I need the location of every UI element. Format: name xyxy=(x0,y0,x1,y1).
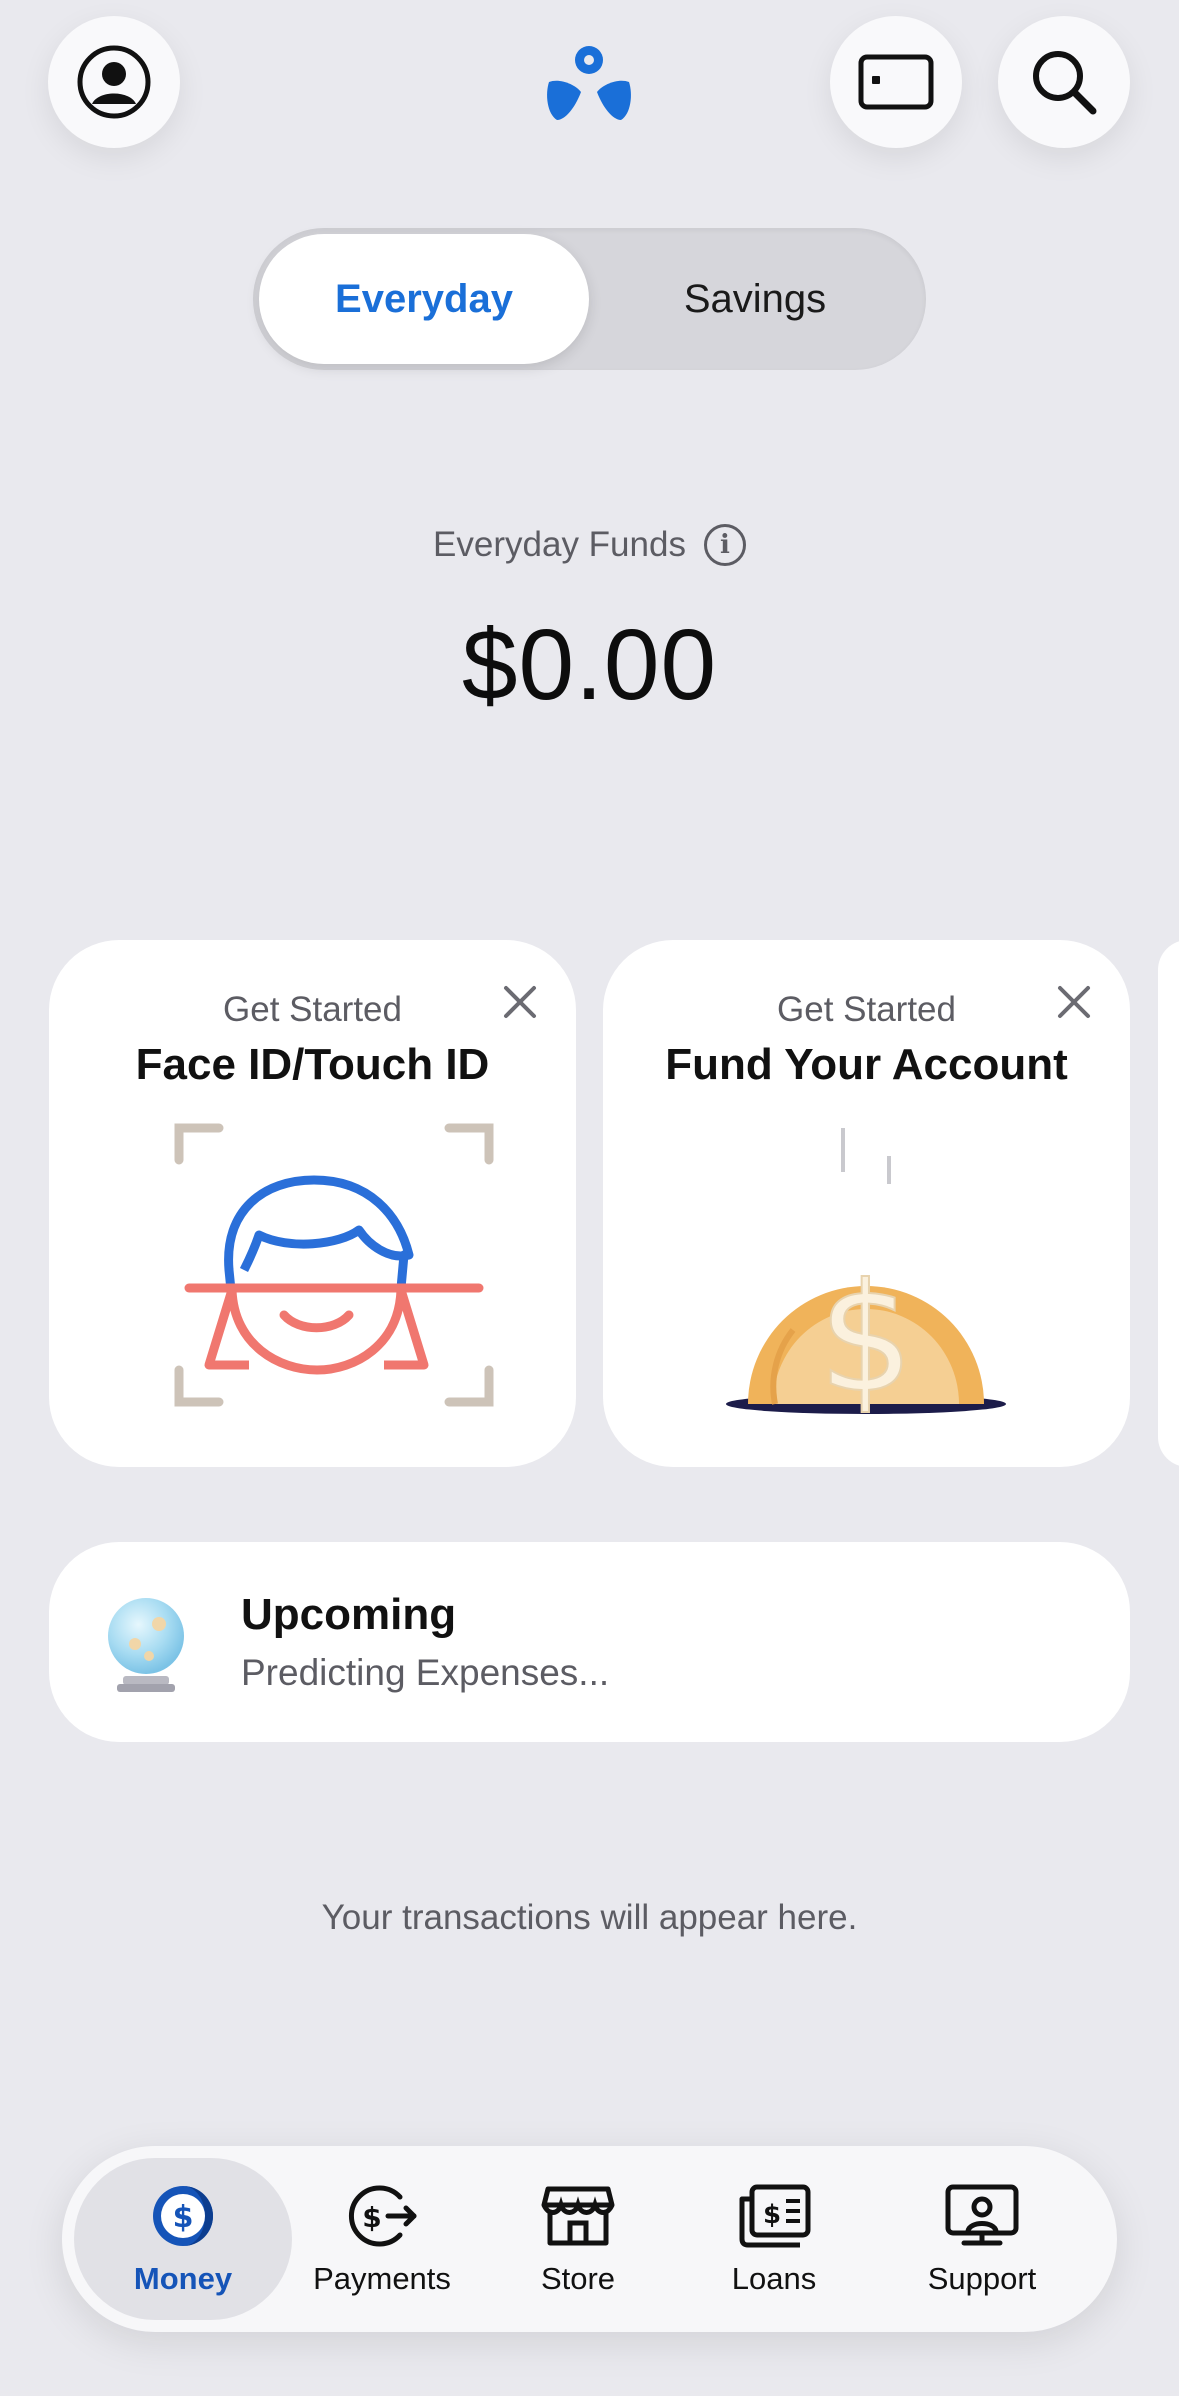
tab-label: Payments xyxy=(313,2261,451,2296)
info-icon[interactable]: i xyxy=(703,524,746,566)
face-id-card[interactable]: Get Started Face ID/Touch ID xyxy=(49,940,576,1467)
tab-money[interactable]: $ Money xyxy=(74,2158,292,2320)
account-segmented-control: Everyday Savings xyxy=(253,228,926,370)
tab-label: Support xyxy=(927,2261,1037,2296)
card-title: Fund Your Account xyxy=(665,1040,1068,1089)
card-button[interactable] xyxy=(830,16,962,148)
svg-text:$: $ xyxy=(362,2201,381,2234)
search-icon xyxy=(1033,51,1097,115)
store-icon xyxy=(541,2186,615,2246)
card-subtitle: Get Started xyxy=(223,990,402,1029)
next-card-peek[interactable] xyxy=(1158,940,1179,1467)
crystal-ball-icon xyxy=(108,1598,184,1692)
funds-label-row: Everyday Funds i xyxy=(0,524,1179,566)
tab-loans[interactable]: $ Loans xyxy=(676,2158,872,2320)
upcoming-subtitle: Predicting Expenses... xyxy=(241,1652,610,1693)
svg-text:$: $ xyxy=(818,1252,913,1420)
fund-account-card[interactable]: Get Started Fund Your Account $ xyxy=(603,940,1130,1467)
card-subtitle: Get Started xyxy=(777,990,956,1029)
tab-label: Loans xyxy=(731,2261,817,2296)
bottom-tab-bar: $ Money $ Payments Store $ Loans Support xyxy=(62,2146,1117,2332)
upcoming-title: Upcoming xyxy=(241,1590,457,1639)
close-icon[interactable] xyxy=(500,982,540,1022)
support-icon xyxy=(945,2184,1019,2246)
brand-logo-icon xyxy=(547,46,631,120)
coin-icon: $ xyxy=(726,1128,1006,1420)
funds-label: Everyday Funds xyxy=(433,525,686,564)
close-icon[interactable] xyxy=(1054,982,1094,1022)
search-button[interactable] xyxy=(998,16,1130,148)
funds-amount: $0.00 xyxy=(461,609,718,721)
tab-payments[interactable]: $ Payments xyxy=(284,2158,480,2320)
tab-label: Store xyxy=(540,2261,616,2296)
svg-text:$: $ xyxy=(763,2200,781,2230)
transactions-empty-text: Your transactions will appear here. xyxy=(321,1898,858,1937)
face-scan-icon xyxy=(174,1123,494,1407)
payments-icon: $ xyxy=(349,2185,417,2247)
card-icon xyxy=(858,54,934,110)
card-title: Face ID/Touch ID xyxy=(135,1040,490,1089)
profile-button[interactable] xyxy=(48,16,180,148)
svg-text:$: $ xyxy=(173,2200,194,2235)
loans-icon: $ xyxy=(739,2184,811,2248)
tab-savings[interactable]: Savings xyxy=(590,234,920,364)
upcoming-card[interactable]: Upcoming Predicting Expenses... xyxy=(49,1542,1130,1742)
tab-everyday[interactable]: Everyday xyxy=(259,234,589,364)
tab-support[interactable]: Support xyxy=(872,2158,1092,2320)
tab-store[interactable]: Store xyxy=(480,2158,676,2320)
money-icon: $ xyxy=(153,2186,213,2246)
person-circle-icon xyxy=(77,45,151,119)
tab-label: Money xyxy=(133,2261,233,2296)
